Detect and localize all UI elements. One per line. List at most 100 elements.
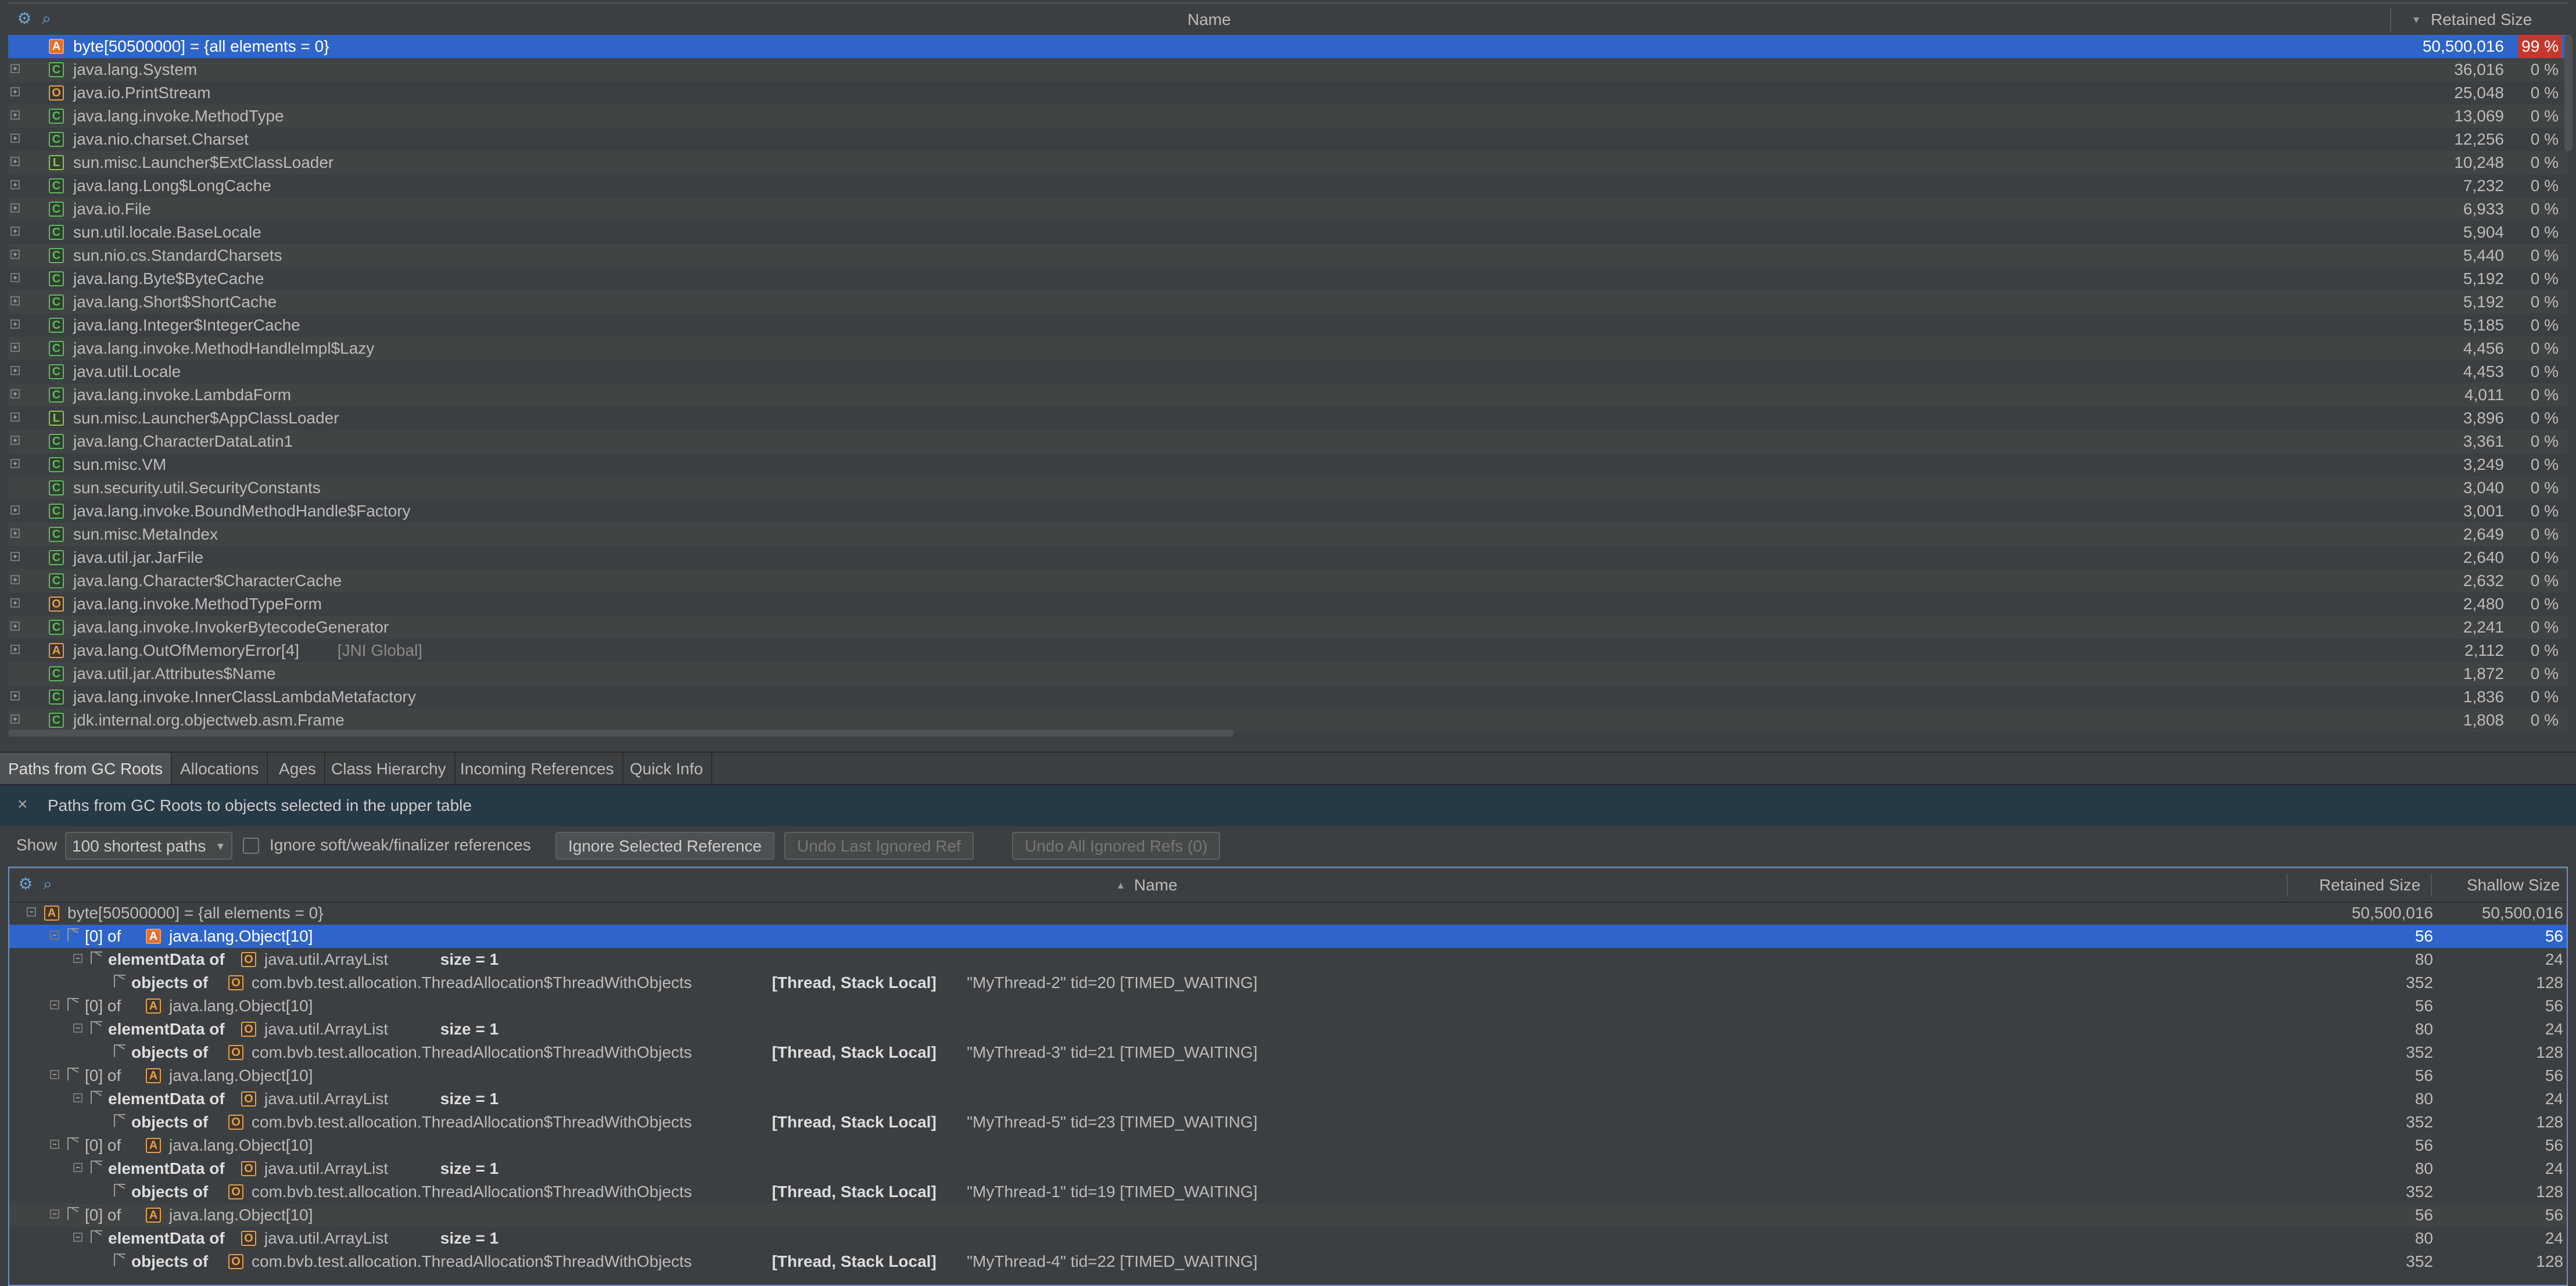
- path-row[interactable]: elementData of Ojava.util.ArrayList size =…: [9, 1087, 2567, 1111]
- expand-icon[interactable]: [10, 110, 20, 120]
- collapse-icon[interactable]: [50, 1209, 59, 1219]
- table-row[interactable]: Cjava.lang.Character$CharacterCache 2,632…: [8, 569, 2568, 592]
- path-row[interactable]: elementData of Ojava.util.ArrayList size =…: [9, 948, 2567, 971]
- column-name[interactable]: Name: [1134, 869, 1178, 901]
- table-row[interactable]: Csun.security.util.SecurityConstants 3,04…: [8, 476, 2568, 500]
- table-row[interactable]: Cjava.lang.invoke.MethodHandleImpl$Lazy 4…: [8, 337, 2568, 360]
- expand-icon[interactable]: [10, 412, 20, 422]
- expand-icon[interactable]: [10, 273, 20, 282]
- path-row[interactable]: elementData of Ojava.util.ArrayList size =…: [9, 1018, 2567, 1041]
- path-row[interactable]: objects of Ocom.bvb.test.allocation.Threa…: [9, 1250, 2567, 1273]
- expand-icon[interactable]: [10, 296, 20, 306]
- collapse-icon[interactable]: [27, 907, 36, 917]
- collapse-icon[interactable]: [73, 954, 82, 963]
- path-row[interactable]: [0] of Ajava.lang.Object[10] 56 56: [9, 1204, 2567, 1227]
- column-separator[interactable]: [2287, 874, 2288, 897]
- tab-allocations[interactable]: Allocations: [172, 753, 268, 785]
- path-row[interactable]: [0] of Ajava.lang.Object[10] 56 56: [9, 1064, 2567, 1087]
- expand-icon[interactable]: [10, 575, 20, 584]
- horizontal-scrollbar[interactable]: [8, 730, 1234, 737]
- table-row[interactable]: Cjava.util.Locale 4,453 0 %: [8, 360, 2568, 383]
- collapse-icon[interactable]: [73, 1163, 82, 1172]
- collapse-icon[interactable]: [50, 1000, 59, 1010]
- table-row[interactable]: Cjava.lang.invoke.MethodType 13,069 0 %: [8, 105, 2568, 128]
- expand-icon[interactable]: [10, 552, 20, 561]
- tab-quick-info[interactable]: Quick Info: [622, 753, 713, 785]
- table-row[interactable]: Cjdk.internal.org.objectweb.asm.Frame 1,8…: [8, 709, 2568, 732]
- expand-icon[interactable]: [10, 157, 20, 166]
- expand-icon[interactable]: [10, 459, 20, 468]
- table-row[interactable]: Cjava.lang.CharacterDataLatin1 3,361 0 %: [8, 430, 2568, 453]
- close-icon[interactable]: ×: [17, 796, 28, 813]
- table-row[interactable]: Cjava.lang.invoke.InvokerBytecodeGenerat…: [8, 616, 2568, 639]
- table-row[interactable]: Cjava.lang.invoke.BoundMethodHandle$Fact…: [8, 500, 2568, 523]
- table-row[interactable]: Csun.util.locale.BaseLocale 5,904 0 %: [8, 221, 2568, 244]
- expand-icon[interactable]: [10, 389, 20, 398]
- vertical-scrollbar[interactable]: [2564, 35, 2573, 151]
- table-row[interactable]: Ojava.io.PrintStream 25,048 0 %: [8, 81, 2568, 105]
- column-retained-size[interactable]: Retained Size: [2431, 3, 2532, 36]
- expand-icon[interactable]: [10, 505, 20, 515]
- path-row[interactable]: objects of Ocom.bvb.test.allocation.Threa…: [9, 1111, 2567, 1134]
- table-row[interactable]: Lsun.misc.Launcher$ExtClassLoader 10,248 0…: [8, 151, 2568, 174]
- expand-icon[interactable]: [10, 598, 20, 608]
- table-row[interactable]: Cjava.lang.Integer$IntegerCache 5,185 0 %: [8, 314, 2568, 337]
- table-row[interactable]: Ojava.lang.invoke.MethodTypeForm 2,480 0 %: [8, 592, 2568, 616]
- expand-icon[interactable]: [10, 227, 20, 236]
- table-row[interactable]: Lsun.misc.Launcher$AppClassLoader 3,896 0 …: [8, 407, 2568, 430]
- table-row[interactable]: Cjava.nio.charset.Charset 12,256 0 %: [8, 128, 2568, 151]
- path-row[interactable]: objects of Ocom.bvb.test.allocation.Threa…: [9, 1180, 2567, 1204]
- path-row[interactable]: objects of Ocom.bvb.test.allocation.Threa…: [9, 971, 2567, 994]
- path-row[interactable]: [0] of Ajava.lang.Object[10] 56 56: [9, 925, 2567, 948]
- undo-all-ignored-refs-button[interactable]: Undo All Ignored Refs (0): [1012, 832, 1221, 860]
- expand-icon[interactable]: [10, 64, 20, 73]
- path-row[interactable]: elementData of Ojava.util.ArrayList size =…: [9, 1227, 2567, 1250]
- ignore-soft-checkbox[interactable]: [243, 838, 259, 854]
- table-row[interactable]: Cjava.util.jar.Attributes$Name 1,872 0 %: [8, 662, 2568, 685]
- column-name[interactable]: Name: [1187, 3, 1231, 36]
- table-row[interactable]: Csun.nio.cs.StandardCharsets 5,440 0 %: [8, 244, 2568, 267]
- expand-icon[interactable]: [10, 319, 20, 329]
- collapse-icon[interactable]: [73, 1233, 82, 1242]
- collapse-icon[interactable]: [73, 1023, 82, 1033]
- expand-icon[interactable]: [10, 180, 20, 189]
- table-row[interactable]: Cjava.lang.invoke.InnerClassLambdaMetafa…: [8, 685, 2568, 709]
- table-row[interactable]: Cjava.io.File 6,933 0 %: [8, 197, 2568, 221]
- gear-icon[interactable]: ⚙: [16, 10, 33, 27]
- undo-last-ignored-ref-button[interactable]: Undo Last Ignored Ref: [784, 832, 974, 860]
- column-separator[interactable]: [2431, 874, 2432, 897]
- column-shallow-size[interactable]: Shallow Size: [2467, 869, 2560, 901]
- column-retained-size[interactable]: Retained Size: [2319, 869, 2420, 901]
- expand-icon[interactable]: [10, 436, 20, 445]
- path-row[interactable]: [0] of Ajava.lang.Object[10] 56 56: [9, 1134, 2567, 1157]
- tab-class-hierarchy[interactable]: Class Hierarchy: [323, 753, 455, 785]
- table-row[interactable]: Cjava.lang.Byte$ByteCache 5,192 0 %: [8, 267, 2568, 290]
- tab-incoming-references[interactable]: Incoming References: [452, 753, 623, 785]
- expand-icon[interactable]: [10, 529, 20, 538]
- expand-icon[interactable]: [10, 691, 20, 701]
- table-row[interactable]: Csun.misc.MetaIndex 2,649 0 %: [8, 523, 2568, 546]
- expand-icon[interactable]: [10, 203, 20, 213]
- table-row[interactable]: Cjava.lang.System 36,016 0 %: [8, 58, 2568, 81]
- column-separator[interactable]: [2390, 8, 2391, 31]
- collapse-icon[interactable]: [50, 1070, 59, 1079]
- table-row[interactable]: Ajava.lang.OutOfMemoryError[4] [JNI Globa…: [8, 639, 2568, 662]
- collapse-icon[interactable]: [73, 1093, 82, 1102]
- gear-icon[interactable]: ⚙: [17, 876, 34, 892]
- search-icon[interactable]: ⌕: [40, 876, 56, 892]
- collapse-icon[interactable]: [50, 931, 59, 940]
- ignore-selected-reference-button[interactable]: Ignore Selected Reference: [555, 832, 775, 860]
- expand-icon[interactable]: [10, 366, 20, 375]
- path-row[interactable]: objects of Ocom.bvb.test.allocation.Threa…: [9, 1041, 2567, 1064]
- expand-icon[interactable]: [10, 134, 20, 143]
- search-icon[interactable]: ⌕: [38, 10, 55, 27]
- expand-icon[interactable]: [10, 343, 20, 352]
- table-row[interactable]: Cjava.util.jar.JarFile 2,640 0 %: [8, 546, 2568, 569]
- expand-icon[interactable]: [10, 645, 20, 654]
- path-row[interactable]: elementData of Ojava.util.ArrayList size =…: [9, 1157, 2567, 1180]
- path-row[interactable]: Abyte[50500000] = {all elements = 0} 50,5…: [9, 901, 2567, 925]
- table-row[interactable]: Csun.misc.VM 3,249 0 %: [8, 453, 2568, 476]
- tab-paths-from-gc-roots[interactable]: Paths from GC Roots: [0, 753, 173, 785]
- expand-icon[interactable]: [10, 87, 20, 96]
- table-row[interactable]: Cjava.lang.Long$LongCache 7,232 0 %: [8, 174, 2568, 197]
